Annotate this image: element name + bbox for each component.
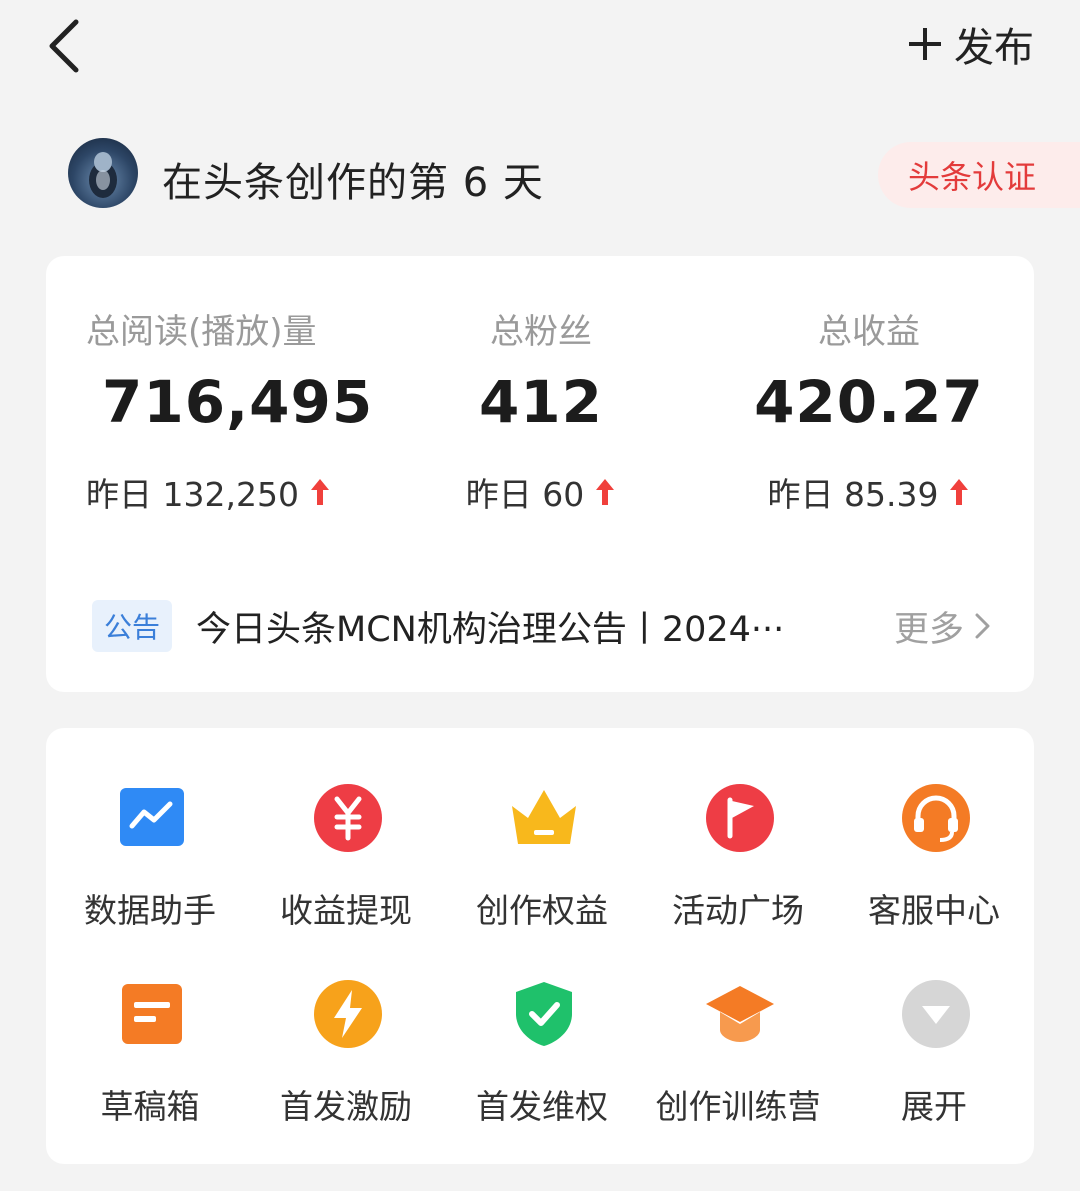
notice-row[interactable]: 公告 今日头条MCN机构治理公告丨2024··· 更多 <box>92 600 992 652</box>
stat-value: 412 <box>478 368 604 436</box>
graduation-cap-icon <box>706 986 774 1042</box>
stat-yesterday-text: 昨日 132,250 <box>86 475 299 514</box>
tool-label: 首发维权 <box>476 1087 608 1126</box>
avatar-image <box>89 152 117 198</box>
tool-label: 收益提现 <box>280 891 412 930</box>
stat-yesterday: 昨日 60 <box>376 468 706 516</box>
tool-label: 首发激励 <box>280 1087 412 1126</box>
data-chart-icon <box>120 788 184 846</box>
tool-creator-camp[interactable]: 创作训练营 <box>640 978 836 1138</box>
chevron-left-icon <box>49 19 79 73</box>
stat-value: 420.27 <box>754 368 984 436</box>
lightning-icon <box>314 980 382 1048</box>
tool-label: 草稿箱 <box>100 1087 200 1126</box>
publish-label: 发布 <box>954 25 1034 71</box>
tool-first-publish-rights[interactable]: 首发维权 <box>444 978 640 1138</box>
plus-icon <box>909 28 941 60</box>
tool-drafts[interactable]: 草稿箱 <box>52 978 248 1138</box>
tools-card: 数据助手 收益提现 创作权益 活动广场 客服中心 草稿箱 首发激励 首发维权 创… <box>46 728 1034 1164</box>
stat-label: 总阅读(播放)量 <box>86 312 317 352</box>
flag-icon <box>706 784 774 852</box>
creator-center-page: 发布 在头条创作的第 6 天 头条认证 总阅读(播放)量 716,495 昨日 … <box>0 0 1080 1191</box>
arrow-up-icon <box>310 479 329 505</box>
stat-yesterday-text: 昨日 60 <box>465 475 585 514</box>
tool-label: 数据助手 <box>84 891 216 930</box>
stat-yesterday: 昨日 132,250 <box>86 468 331 516</box>
tool-income-withdraw[interactable]: 收益提现 <box>248 782 444 942</box>
toutiao-certification-button[interactable]: 头条认证 <box>878 142 1080 208</box>
stat-label: 总收益 <box>818 312 920 352</box>
headset-icon <box>902 784 970 852</box>
tool-label: 创作训练营 <box>655 1087 821 1126</box>
arrow-up-icon <box>596 479 615 505</box>
more-label: 更多 <box>893 609 964 650</box>
crown-icon <box>512 790 576 844</box>
expand-down-icon <box>902 980 970 1048</box>
tool-label: 创作权益 <box>476 891 608 930</box>
arrow-up-icon <box>950 479 969 505</box>
stat-yesterday: 昨日 85.39 <box>704 468 1034 516</box>
shield-check-icon <box>516 982 572 1046</box>
avatar[interactable] <box>68 138 138 208</box>
back-button[interactable] <box>40 14 100 78</box>
more-button[interactable]: 更多 <box>894 600 992 652</box>
draft-icon <box>122 984 182 1044</box>
tool-first-publish-incentive[interactable]: 首发激励 <box>248 978 444 1138</box>
stat-label: 总粉丝 <box>490 312 592 352</box>
notice-tag: 公告 <box>92 600 173 652</box>
tool-data-assistant[interactable]: 数据助手 <box>52 782 248 942</box>
stat-value: 716,495 <box>102 368 374 436</box>
stat-yesterday-text: 昨日 85.39 <box>767 475 939 514</box>
tool-label: 客服中心 <box>868 891 1000 930</box>
tool-expand[interactable]: 展开 <box>836 978 1032 1138</box>
tool-customer-service[interactable]: 客服中心 <box>836 782 1032 942</box>
tool-activity-square[interactable]: 活动广场 <box>640 782 836 942</box>
tool-creator-rights[interactable]: 创作权益 <box>444 782 640 942</box>
creation-days-text: 在头条创作的第 6 天 <box>162 160 544 206</box>
notice-text[interactable]: 今日头条MCN机构治理公告丨2024··· <box>196 601 836 652</box>
yuan-icon <box>314 784 382 852</box>
tool-label: 展开 <box>901 1087 967 1126</box>
tool-label: 活动广场 <box>672 891 804 930</box>
chevron-right-icon <box>975 613 990 639</box>
publish-button[interactable]: 发布 <box>906 16 1034 72</box>
stats-card: 总阅读(播放)量 716,495 昨日 132,250 总粉丝 412 昨日 6… <box>46 256 1034 692</box>
